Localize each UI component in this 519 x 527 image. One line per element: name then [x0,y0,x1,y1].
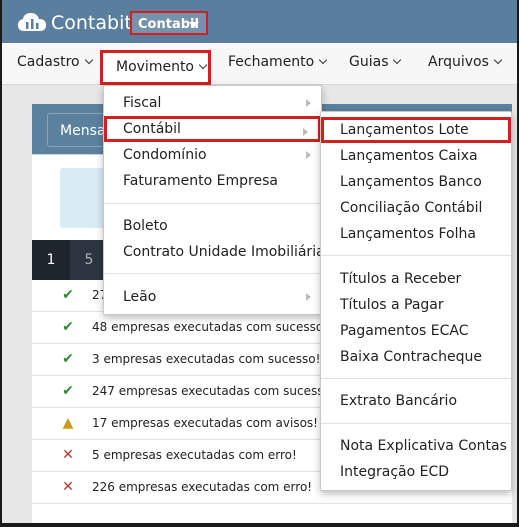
cloud-logo-icon [18,13,46,31]
menu-item-label: Nota Explicativa Contas [340,438,507,454]
menu-item-label: Boleto [123,218,168,234]
menu-fechamento-label: Fechamento [228,54,315,70]
menu-item-label: Condomínio [123,147,207,163]
error-icon: ✕ [62,479,74,495]
menu-item-leao[interactable]: Leão [104,284,321,310]
top-bar: Contabit Contabil [2,0,517,43]
menu-cadastro-label: Cadastro [17,54,80,70]
menu-cadastro[interactable]: Cadastro [17,43,93,84]
menu-item-label: Contábil [123,121,181,137]
menu-item-lancamentos-folha[interactable]: Lançamentos Folha [321,221,511,247]
row-text: 5 empresas executadas com erro! [92,448,297,462]
row-text: 3 empresas executadas com sucesso! [92,352,321,366]
menu-item-contabil[interactable]: Contábil [104,116,321,142]
menu-item-fiscal[interactable]: Fiscal [104,90,321,116]
menu-item-label: Baixa Contracheque [340,349,482,365]
menu-movimento-label: Movimento [116,59,194,75]
menu-item-label: Lançamentos Banco [340,174,482,190]
warning-icon: ▲ [62,415,74,431]
chevron-down-icon [318,55,328,65]
menu-item-conciliacao[interactable]: Conciliação Contábil [321,195,511,221]
menu-item-extrato-bancario[interactable]: Extrato Bancário [321,388,511,414]
row-text: 48 empresas executadas com sucesso! [92,320,329,334]
menu-item-label: Fiscal [123,95,162,111]
menu-guias[interactable]: Guias [349,43,402,84]
menu-movimento[interactable]: Movimento [100,50,211,85]
app-window: Contabit Contabil Cadastro Movimento Fec… [2,0,517,523]
menu-item-lancamentos-lote[interactable]: Lançamentos Lote [321,117,511,143]
check-icon: ✔ [62,319,74,335]
divider [104,273,321,274]
menu-item-label: Lançamentos Lote [340,122,469,138]
menu-item-condominio[interactable]: Condomínio [104,142,321,168]
row-text: 17 empresas executadas com avisos! [92,416,318,430]
menu-item-nota-explicativa[interactable]: Nota Explicativa Contas [321,433,511,459]
menu-item-label: Lançamentos Caixa [340,148,478,164]
chevron-right-icon [306,293,311,301]
menu-item-faturamento[interactable]: Faturamento Empresa [104,168,321,194]
check-icon: ✔ [62,351,74,367]
chevron-right-icon [306,151,311,159]
error-icon: ✕ [62,447,74,463]
menu-item-lancamentos-banco[interactable]: Lançamentos Banco [321,169,511,195]
menu-item-label: Extrato Bancário [340,393,458,409]
check-icon: ✔ [62,383,74,399]
main-menu: Cadastro Movimento Fechamento Guias Arqu… [2,43,517,85]
menu-arquivos[interactable]: Arquivos [428,43,503,84]
menu-item-label: Títulos a Pagar [340,297,444,313]
menu-item-baixa-contracheque[interactable]: Baixa Contracheque [321,344,511,370]
menu-item-pagamentos-ecac[interactable]: Pagamentos ECAC [321,318,511,344]
menu-item-label: Títulos a Receber [340,271,462,287]
divider [321,378,511,379]
menu-item-label: Pagamentos ECAC [340,323,469,339]
menu-fechamento[interactable]: Fechamento [228,43,328,84]
chevron-down-icon [393,55,402,65]
menu-item-label: Faturamento Empresa [123,173,278,189]
menu-item-boleto[interactable]: Boleto [104,213,321,239]
company-selector[interactable]: Contabil [130,11,208,35]
menu-item-label: Leão [123,289,157,305]
page-1-button[interactable]: 1 [32,240,70,280]
menu-item-label: Lançamentos Folha [340,226,476,242]
app-title: Contabit [51,12,132,34]
chevron-down-icon [493,55,503,65]
menu-guias-label: Guias [349,54,389,70]
chevron-down-icon [198,60,208,70]
movimento-dropdown: Fiscal Contábil Condomínio Faturamento E… [103,85,325,315]
divider [321,423,511,424]
menu-item-titulos-pagar[interactable]: Títulos a Pagar [321,292,511,318]
row-text: 226 empresas executadas com erro! [92,480,313,494]
menu-item-contrato[interactable]: Contrato Unidade Imobiliária [104,239,325,265]
menu-arquivos-label: Arquivos [428,54,489,70]
divider [321,255,511,256]
contabil-submenu: Lançamentos Lote Lançamentos Caixa Lança… [320,111,512,491]
menu-item-titulos-receber[interactable]: Títulos a Receber [321,266,511,292]
menu-item-label: Contrato Unidade Imobiliária [123,244,325,260]
chevron-down-icon [84,55,93,65]
check-icon: ✔ [62,287,74,303]
caret-down-icon [189,22,199,28]
menu-item-label: Integração ECD [340,464,450,480]
chevron-right-icon [306,99,311,107]
menu-item-lancamentos-caixa[interactable]: Lançamentos Caixa [321,143,511,169]
menu-item-label: Conciliação Contábil [340,200,483,216]
chevron-right-icon [303,128,308,136]
row-text: 247 empresas executadas com sucesso! [92,384,336,398]
menu-item-integracao-ecd[interactable]: Integração ECD [321,459,511,485]
divider [104,203,321,204]
